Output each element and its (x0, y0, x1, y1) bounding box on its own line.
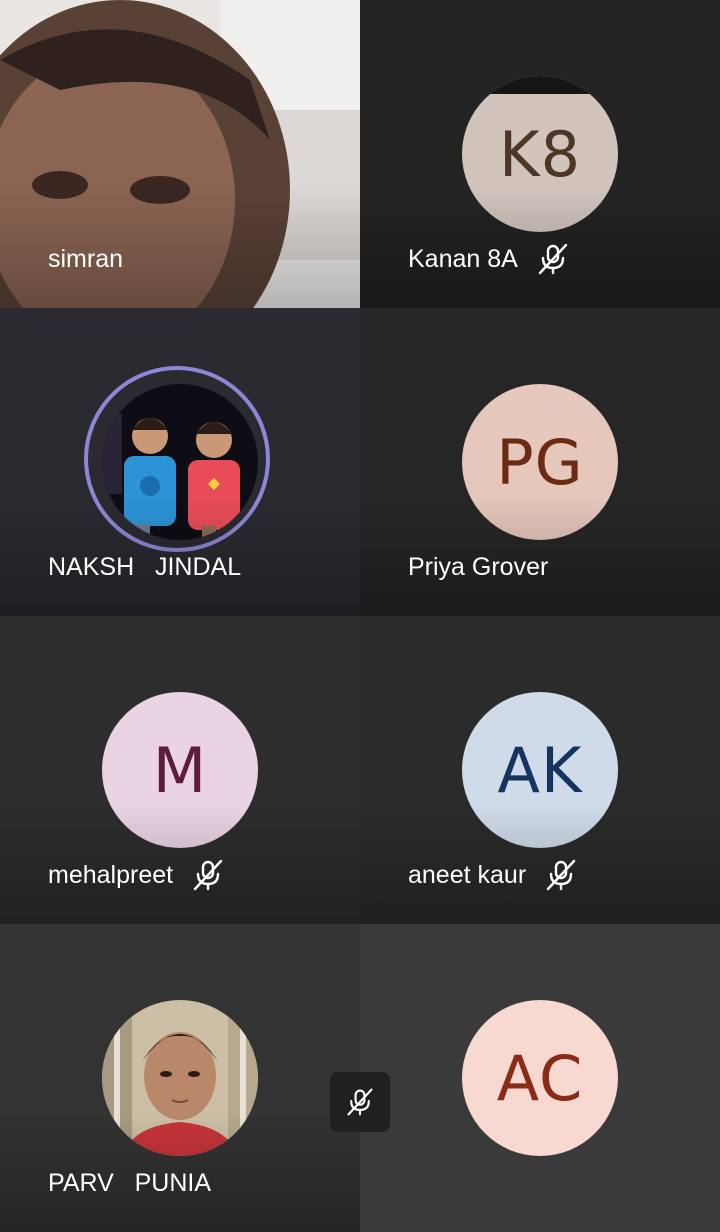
participant-avatar: AC (462, 1000, 618, 1156)
mic-off-icon (191, 858, 225, 892)
participant-name-text: aneet kaur (408, 861, 527, 889)
participant-tile-parv-punia[interactable]: PARV PUNIA (0, 924, 360, 1232)
participant-name: NAKSH JINDAL (48, 552, 241, 582)
participant-tile-mehalpreet[interactable]: M mehalpreet (0, 616, 360, 924)
mic-off-icon (544, 858, 578, 892)
participant-name-text: mehalpreet (48, 861, 174, 889)
avatar-top-band (462, 76, 618, 94)
participant-name: Kanan 8A (408, 242, 570, 276)
avatar-initials: AK (497, 733, 583, 807)
participant-tile-naksh-jindal[interactable]: NAKSH JINDAL (0, 308, 360, 616)
participant-name: mehalpreet (48, 858, 225, 892)
participant-name: PARV PUNIA (48, 1168, 211, 1198)
avatar-initials: AC (496, 1041, 584, 1115)
mute-toggle-button[interactable] (330, 1072, 390, 1132)
participant-tile-aneet-kaur[interactable]: AK aneet kaur (360, 616, 720, 924)
participant-name: Priya Grover (408, 552, 548, 582)
participant-name-text: PARV PUNIA (48, 1169, 212, 1197)
participant-tile-ac[interactable]: AC (360, 924, 720, 1232)
avatar-initials: K8 (498, 117, 582, 191)
participant-name-text: Kanan 8A (408, 245, 518, 273)
participant-name-text: simran (48, 245, 124, 273)
participant-name: simran (48, 244, 123, 274)
avatar-initials: PG (496, 425, 584, 499)
participant-tile-kanan-8a[interactable]: K8 Kanan 8A (360, 0, 720, 308)
participant-name: aneet kaur (408, 858, 578, 892)
participant-tile-simran[interactable]: simran (0, 0, 360, 308)
participant-name-text: NAKSH JINDAL (48, 553, 242, 581)
participant-tile-priya-grover[interactable]: PG Priya Grover (360, 308, 720, 616)
mic-off-icon (345, 1087, 375, 1117)
participant-name-text: Priya Grover (408, 553, 549, 581)
mic-off-icon (536, 242, 570, 276)
meeting-participant-grid: simran K8 Kanan 8A NAKSH JINDAL PG Priya… (0, 0, 720, 1232)
avatar-initials: M (152, 733, 208, 807)
